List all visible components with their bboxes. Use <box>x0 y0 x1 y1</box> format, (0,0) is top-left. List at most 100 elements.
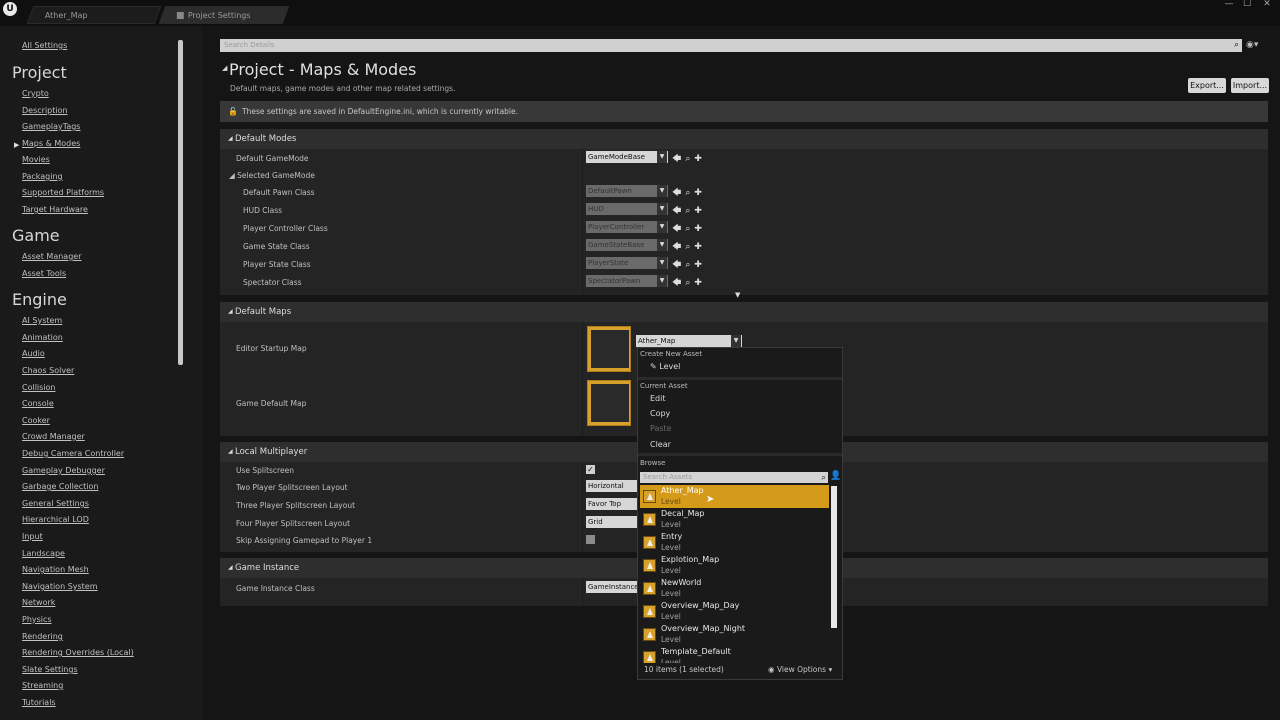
three-player-layout-combo[interactable]: Favor Top <box>586 498 638 510</box>
search-assets-input[interactable]: Search Assets ⌕ <box>640 472 828 483</box>
browse-icon[interactable]: ⌕ <box>685 154 690 164</box>
spectator-class-combo[interactable]: SpectatorPawn ▼ <box>586 275 668 287</box>
use-selected-icon[interactable]: 🡄 <box>672 188 681 198</box>
section-header[interactable]: ◢ Default Modes <box>220 129 1268 149</box>
sidebar-item-general-settings[interactable]: General Settings <box>22 499 89 508</box>
sidebar-item-audio[interactable]: Audio <box>22 349 45 358</box>
sidebar-item-maps-modes[interactable]: Maps & Modes <box>22 139 80 148</box>
sidebar-item-garbage-collection[interactable]: Garbage Collection <box>22 482 98 491</box>
list-item[interactable]: Entry Level <box>640 531 829 554</box>
use-splitscreen-checkbox[interactable]: ✓ <box>586 465 595 474</box>
search-details-input[interactable]: Search Details ⌕ <box>220 39 1242 52</box>
skip-gamepad-checkbox[interactable] <box>586 535 595 544</box>
sidebar-item-packaging[interactable]: Packaging <box>22 172 63 181</box>
list-item[interactable]: Explotion_Map Level <box>640 554 829 577</box>
add-icon[interactable]: ✚ <box>694 224 702 234</box>
use-selected-icon[interactable]: 🡄 <box>672 260 681 270</box>
sidebar-item-crypto[interactable]: Crypto <box>22 89 49 98</box>
sidebar-item-physics[interactable]: Physics <box>22 615 52 624</box>
sidebar-item-navigation-system[interactable]: Navigation System <box>22 582 98 591</box>
sidebar-item-ai-system[interactable]: AI System <box>22 316 62 325</box>
game-state-class-combo[interactable]: GameStateBase ▼ <box>586 239 668 251</box>
browse-icon[interactable]: ⌕ <box>685 242 690 252</box>
unreal-logo-icon[interactable]: U <box>3 2 17 16</box>
use-selected-icon[interactable]: 🡄 <box>672 242 681 252</box>
browse-icon[interactable]: ⌕ <box>685 224 690 234</box>
game-instance-class-combo[interactable]: GameInstance <box>586 581 638 593</box>
list-item[interactable]: Overview_Map_Day Level <box>640 600 829 623</box>
game-default-map-thumbnail[interactable] <box>587 380 631 426</box>
sidebar-item-rendering-overrides[interactable]: Rendering Overrides (Local) <box>22 648 134 657</box>
sidebar-item-movies[interactable]: Movies <box>22 155 50 164</box>
browse-icon[interactable]: ⌕ <box>685 278 690 288</box>
use-selected-icon[interactable]: 🡄 <box>672 206 681 216</box>
view-options-button[interactable]: ◉ View Options ▾ <box>768 665 832 674</box>
player-controller-class-combo[interactable]: PlayerController ▼ <box>586 221 668 233</box>
edit-item[interactable]: Edit <box>650 394 666 403</box>
sidebar-item-streaming[interactable]: Streaming <box>22 681 63 690</box>
sidebar-item-target-hardware[interactable]: Target Hardware <box>22 205 88 214</box>
sidebar-item-console[interactable]: Console <box>22 399 54 408</box>
section-header[interactable]: ◢ Default Maps <box>220 302 1268 322</box>
default-pawn-class-combo[interactable]: DefaultPawn ▼ <box>586 185 668 197</box>
add-icon[interactable]: ✚ <box>694 260 702 270</box>
collapse-caret-icon[interactable]: ◢ <box>222 64 227 72</box>
all-settings-link[interactable]: All Settings <box>22 41 67 50</box>
default-gamemode-combo[interactable]: GameModeBase ▼ <box>586 151 668 163</box>
tab-project-settings[interactable]: Project Settings <box>158 6 290 24</box>
use-selected-icon[interactable]: 🡄 <box>672 278 681 288</box>
sidebar-item-landscape[interactable]: Landscape <box>22 549 65 558</box>
add-icon[interactable]: ✚ <box>694 188 702 198</box>
import-button[interactable]: Import... <box>1231 78 1269 93</box>
hud-class-combo[interactable]: HUD ▼ <box>586 203 668 215</box>
browse-icon[interactable]: ⌕ <box>685 188 690 198</box>
four-player-layout-combo[interactable]: Grid <box>586 516 638 528</box>
eye-icon[interactable]: ◉▾ <box>1246 40 1258 50</box>
sidebar-item-gameplaytags[interactable]: GameplayTags <box>22 122 80 131</box>
add-icon[interactable]: ✚ <box>694 242 702 252</box>
sidebar-item-network[interactable]: Network <box>22 598 55 607</box>
browse-icon[interactable]: ⌕ <box>685 206 690 216</box>
sidebar-scrollbar[interactable] <box>178 40 183 365</box>
browse-icon[interactable]: ⌕ <box>685 260 690 270</box>
sidebar-item-input[interactable]: Input <box>22 532 43 541</box>
minimize-button[interactable]: — <box>1220 0 1238 10</box>
asset-list-scrollbar[interactable] <box>831 486 837 628</box>
sidebar-item-gameplay-debugger[interactable]: Gameplay Debugger <box>22 466 105 475</box>
clear-item[interactable]: Clear <box>650 440 671 449</box>
export-button[interactable]: Export... <box>1188 78 1226 93</box>
copy-item[interactable]: Copy <box>650 409 670 418</box>
advanced-expand-icon[interactable]: ▼ <box>735 291 740 299</box>
maximize-button[interactable]: ☐ <box>1238 0 1256 10</box>
player-state-class-combo[interactable]: PlayerState ▼ <box>586 257 668 269</box>
add-icon[interactable]: ✚ <box>694 278 702 288</box>
sidebar-item-tutorials[interactable]: Tutorials <box>22 698 56 707</box>
sidebar-item-slate-settings[interactable]: Slate Settings <box>22 665 78 674</box>
sidebar-item-asset-manager[interactable]: Asset Manager <box>22 252 81 261</box>
use-selected-icon[interactable]: 🡄 <box>672 224 681 234</box>
sidebar-item-navigation-mesh[interactable]: Navigation Mesh <box>22 565 89 574</box>
paste-item[interactable]: Paste <box>650 424 672 433</box>
list-item[interactable]: Overview_Map_Night Level <box>640 623 829 646</box>
sidebar-item-collision[interactable]: Collision <box>22 383 56 392</box>
list-item[interactable]: NewWorld Level <box>640 577 829 600</box>
sidebar-item-crowd-manager[interactable]: Crowd Manager <box>22 432 85 441</box>
use-selected-icon[interactable]: 🡄 <box>672 154 681 164</box>
sidebar-item-chaos-solver[interactable]: Chaos Solver <box>22 366 74 375</box>
create-level-item[interactable]: ✎ Level <box>650 362 680 371</box>
sidebar-item-hierarchical-lod[interactable]: Hierarchical LOD <box>22 515 89 524</box>
two-player-layout-combo[interactable]: Horizontal <box>586 480 638 492</box>
editor-startup-map-combo[interactable]: Ather_Map ▼ <box>636 335 742 347</box>
sidebar-item-rendering[interactable]: Rendering <box>22 632 63 641</box>
sidebar-item-animation[interactable]: Animation <box>22 333 63 342</box>
sidebar-item-debug-camera-controller[interactable]: Debug Camera Controller <box>22 449 124 458</box>
user-filter-icon[interactable]: 👤 <box>830 471 841 481</box>
sidebar-item-asset-tools[interactable]: Asset Tools <box>22 269 66 278</box>
close-button[interactable]: ✕ <box>1258 0 1276 10</box>
sidebar-item-description[interactable]: Description <box>22 106 68 115</box>
add-icon[interactable]: ✚ <box>694 154 702 164</box>
list-item[interactable]: Decal_Map Level <box>640 508 829 531</box>
sidebar-item-supported-platforms[interactable]: Supported Platforms <box>22 188 104 197</box>
list-item[interactable]: Ather_Map Level <box>640 485 829 508</box>
sidebar-item-cooker[interactable]: Cooker <box>22 416 50 425</box>
